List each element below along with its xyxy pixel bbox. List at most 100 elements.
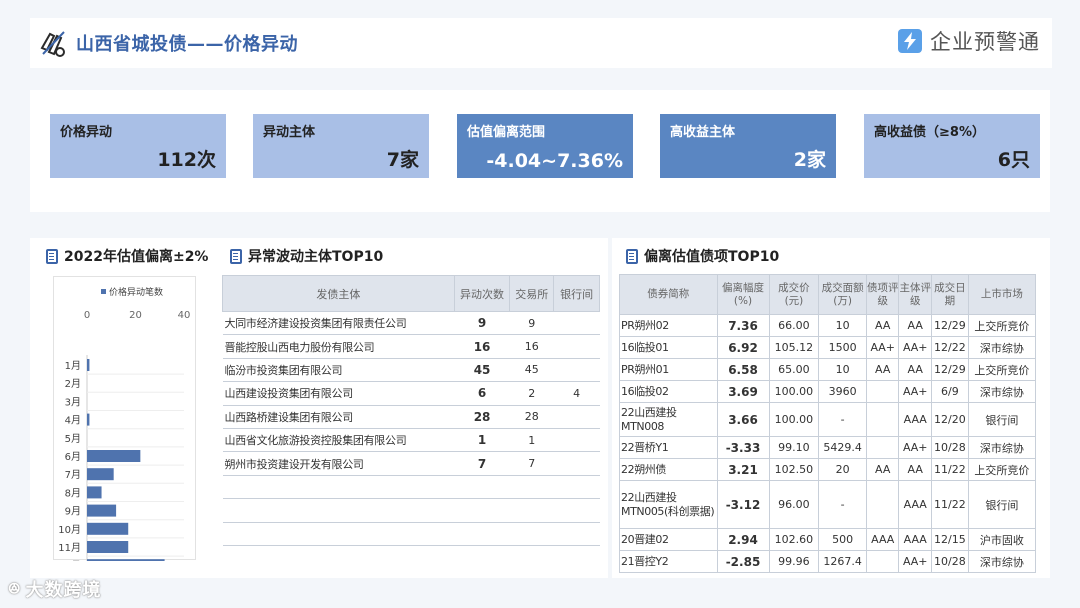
panel-title: 偏离估值债项TOP10 (626, 246, 779, 266)
table-row[interactable]: 临汾市投资集团有限公司 45 45 (222, 358, 600, 383)
interbank-count-cell (553, 334, 600, 359)
price-cell: 99.10 (768, 436, 820, 459)
table-row[interactable]: PR朔州02 7.36 66.00 10 AA AA 12/29 上交所竞价 (619, 314, 1037, 337)
deviation-cell: 2.94 (716, 528, 770, 551)
change-count-cell: 7 (454, 451, 510, 476)
bond-code-cell: 22山西建投MTN005(科创票据) (619, 480, 718, 529)
chart-svg: 价格异动笔数 0 20 40 1月 2月 3月 4月 5月 6月 7月 8月 9月 10月 11月 12月 (58, 286, 190, 561)
change-count-cell: 6 (454, 381, 510, 406)
kpi-value: 6只 (997, 149, 1030, 171)
table-row[interactable]: 16临投01 6.92 105.12 1500 AA+ AA+ 12/22 深市综协 (619, 336, 1037, 359)
change-count-cell (454, 475, 510, 500)
interbank-count-cell (553, 522, 600, 546)
exchange-count-cell (509, 498, 554, 523)
table-row[interactable]: 晋能控股山西电力股份有限公司 16 16 (222, 334, 600, 359)
kpi-label: 异动主体 (263, 125, 316, 140)
table-row[interactable]: 22山西建投MTN005(科创票据) -3.12 96.00- AAA 11/22 银行间 (619, 480, 1037, 529)
bond-code-cell: 20晋建02 (619, 528, 718, 551)
column-header: 发债主体 (222, 275, 455, 312)
interbank-count-cell (553, 498, 600, 523)
table-row[interactable]: 山西路桥建设集团有限公司 28 28 (222, 405, 600, 429)
issuer-rating-cell: AA+ (898, 550, 932, 573)
column-header: 成交面额(万) (818, 274, 867, 315)
y-tick-label: 6月 (65, 451, 81, 463)
column-header: 上市市场 (967, 274, 1037, 315)
document-icon (230, 248, 242, 264)
bond-rating-cell: AA (865, 458, 900, 481)
bond-code-cell: 22晋桥Y1 (619, 436, 718, 459)
panel-title-text: 2022年估值偏离±2% (64, 249, 209, 265)
issuer-rating-cell: AAA (898, 480, 932, 529)
change-count-cell: 28 (454, 405, 510, 429)
chart-bar (87, 450, 141, 462)
amount-cell: 10 (818, 358, 867, 381)
change-count-cell (454, 498, 510, 523)
bond-rating-cell (865, 480, 900, 529)
change-count-cell (454, 522, 510, 546)
trade-date-cell: 12/15 (930, 528, 969, 551)
amount-cell: 20 (818, 458, 867, 481)
issuer-name-cell: 山西建设投资集团有限公司 (222, 381, 455, 406)
issuer-name-cell: 临汾市投资集团有限公司 (222, 358, 455, 383)
issuer-table: 发债主体 异动次数 交易所 银行间 大同市经济建设投资集团有限责任公司 9 9 晋能控… (222, 275, 600, 546)
market-cell: 深市综协 (967, 436, 1037, 459)
bond-rating-cell (865, 436, 900, 459)
document-icon (626, 248, 638, 264)
table-row[interactable] (222, 475, 600, 500)
interbank-count-cell (553, 311, 600, 336)
table-row[interactable]: 22朔州债 3.21 102.50 20 AA AA 11/22 上交所竞价 (619, 458, 1037, 481)
price-cell: 100.00 (768, 402, 820, 437)
kpi-panel: 价格异动 112次 异动主体 7家 估值偏离范围 -4.04~7.36% 高收益… (30, 90, 1050, 212)
column-header: 交易所 (509, 275, 555, 312)
exchange-count-cell (509, 522, 554, 546)
kpi-card-high-yield-bonds: 高收益债（≥8%） 6只 (864, 114, 1040, 178)
y-tick-label: 9月 (65, 506, 81, 518)
table-row[interactable]: 大同市经济建设投资集团有限责任公司 9 9 (222, 311, 600, 336)
column-header: 成交日期 (930, 274, 969, 315)
table-row[interactable]: 朔州市投资建设开发有限公司 7 7 (222, 451, 600, 476)
table-row[interactable]: 山西建设投资集团有限公司 6 2 4 (222, 381, 600, 406)
bond-code-cell: PR朔州01 (619, 358, 718, 381)
document-icon (46, 248, 58, 264)
market-cell: 银行间 (967, 480, 1037, 529)
kpi-card-issuers: 异动主体 7家 (253, 114, 429, 178)
issuer-rating-cell: AAA (898, 528, 932, 551)
issuer-name-cell: 大同市经济建设投资集团有限责任公司 (222, 311, 455, 336)
table-row[interactable]: 20晋建02 2.94 102.60 500 AAA AAA 12/15 沪市固收 (619, 528, 1037, 551)
issuer-rating-cell: AA+ (898, 336, 932, 359)
interbank-count-cell (553, 475, 600, 500)
table-row[interactable]: 22晋桥Y1 -3.33 99.10 5429.4 AA+ 10/28 深市综协 (619, 436, 1037, 459)
panel-title: 异常波动主体TOP10 (230, 246, 383, 266)
amount-cell: 1500 (818, 336, 867, 359)
bond-table: 债券简称 偏离幅度(%) 成交价(元) 成交面额(万) 债项评级 主体评级 成交… (619, 274, 1037, 573)
table-row[interactable]: 山西省文化旅游投资控股集团有限公司 1 1 (222, 428, 600, 453)
interbank-count-cell (553, 405, 600, 429)
legend-label: 价格异动笔数 (109, 286, 163, 298)
deviation-cell: 7.36 (716, 314, 770, 337)
change-count-cell: 1 (454, 428, 510, 453)
trade-date-cell: 12/20 (930, 402, 969, 437)
watermark: ꔮ 大数跨境 (8, 576, 101, 602)
deviation-cell: 3.69 (716, 380, 770, 403)
issuer-rating-cell: AAA (898, 402, 932, 437)
table-row[interactable] (222, 522, 600, 546)
table-row[interactable]: 16临投02 3.69 100.00 3960 AA+ 6/9 深市综协 (619, 380, 1037, 403)
table-row[interactable]: PR朔州01 6.58 65.00 10 AA AA 12/29 上交所竞价 (619, 358, 1037, 381)
y-tick-label: 2月 (65, 378, 81, 390)
issuer-top10-panel: 异常波动主体TOP10 发债主体 异动次数 交易所 银行间 大同市经济建设投资集… (212, 238, 608, 578)
table-row[interactable]: 21晋控Y2 -2.85 99.96 1267.4 AA+ 10/28 深市综协 (619, 550, 1037, 573)
market-cell: 上交所竞价 (967, 314, 1037, 337)
amount-cell: 500 (818, 528, 867, 551)
exchange-count-cell: 16 (509, 334, 554, 359)
table-row[interactable] (222, 498, 600, 523)
trade-date-cell: 6/9 (930, 380, 969, 403)
price-cell: 102.50 (768, 458, 820, 481)
amount-cell: 5429.4 (818, 436, 867, 459)
bond-rating-cell (865, 550, 900, 573)
table-row[interactable]: 22山西建投MTN008 3.66 100.00- AAA 12/20 银行间 (619, 402, 1037, 437)
kpi-value: 7家 (386, 149, 419, 171)
trade-date-cell: 10/28 (930, 550, 969, 573)
lightning-icon (898, 29, 922, 53)
amount-cell: 3960 (818, 380, 867, 403)
monthly-bar-chart: 价格异动笔数 0 20 40 1月 2月 3月 4月 5月 6月 7月 8月 9月 10月 11月 12月 (53, 276, 196, 561)
